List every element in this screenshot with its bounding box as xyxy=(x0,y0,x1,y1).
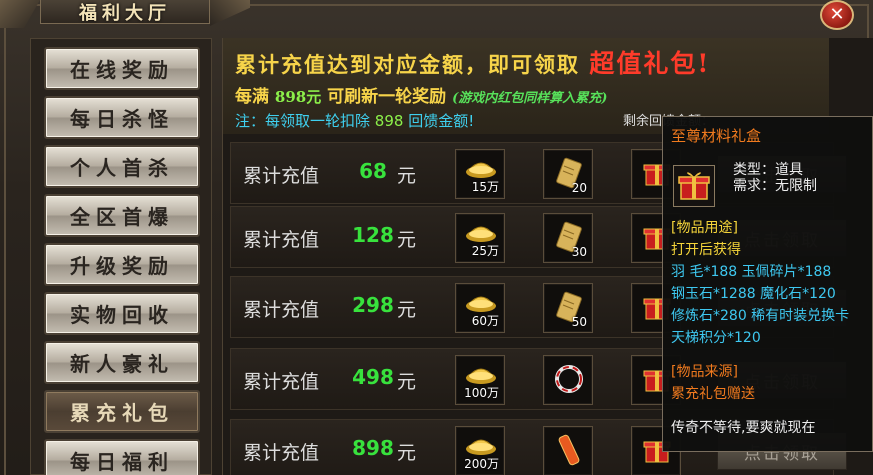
title-plate: 福利大厅 xyxy=(40,0,210,24)
sidebar-item-2[interactable]: 每日杀怪 xyxy=(44,96,200,139)
sidebar-item-label: 每日福利 xyxy=(70,450,174,474)
slot-qty: 20 xyxy=(571,181,587,195)
tooltip-content-line: 天梯积分*120 xyxy=(671,330,761,346)
gold-ingot-slot[interactable]: 60万 xyxy=(455,283,505,333)
sidebar-item-7[interactable]: 新人豪礼 xyxy=(44,341,200,384)
close-icon: ✕ xyxy=(829,4,845,25)
slot-qty: 100万 xyxy=(464,386,499,400)
sidebar-item-label: 实物回收 xyxy=(70,303,174,327)
frame-corner-ornament xyxy=(210,0,250,26)
tube-slot[interactable] xyxy=(543,426,593,475)
sidebar-item-3[interactable]: 个人首杀 xyxy=(44,145,200,188)
row-label: 累计充值 xyxy=(243,442,320,464)
sidebar-item-label: 个人首杀 xyxy=(70,156,174,180)
gold-ingot-slot[interactable]: 25万 xyxy=(455,213,505,263)
row-amount: 498 xyxy=(352,365,394,389)
row-unit: 元 xyxy=(397,229,417,251)
tooltip-content-line: 修炼石*280 稀有时装兑换卡 xyxy=(671,308,850,324)
row-amount: 298 xyxy=(352,293,394,317)
banner-refresh-mid: 可刷新一轮奖励 xyxy=(327,87,447,107)
row-label: 累计充值 xyxy=(243,165,320,187)
slot-qty: 30 xyxy=(571,245,587,259)
sidebar-item-8[interactable]: 累充礼包 xyxy=(44,390,200,433)
banner-refresh-line: 每满 898元 可刷新一轮奖励 (游戏内红包同样算入累充) xyxy=(235,82,607,107)
banner-deduct-suffix: 回馈金额! xyxy=(408,112,475,130)
scroll-slot[interactable]: 30 xyxy=(543,213,593,263)
slot-qty: 60万 xyxy=(471,314,499,328)
sidebar-item-label: 升级奖励 xyxy=(70,254,174,278)
row-amount: 128 xyxy=(352,223,394,247)
sidebar-item-9[interactable]: 每日福利 xyxy=(44,439,200,475)
gold-ingot-slot[interactable]: 100万 xyxy=(455,355,505,405)
banner-deduct-note: 注：每领取一轮扣除 898 回馈金额! xyxy=(235,110,474,131)
row-label: 累计充值 xyxy=(243,299,320,321)
tooltip-content-line: 羽 毛*188 玉佩碎片*188 xyxy=(671,264,832,280)
frame-corner-ornament xyxy=(0,0,40,28)
gold-ingot-slot[interactable]: 15万 xyxy=(455,149,505,199)
slot-qty: 50 xyxy=(571,315,587,329)
close-button[interactable]: ✕ xyxy=(820,0,854,30)
tooltip-use-header: [物品用途] xyxy=(671,220,738,236)
sidebar-item-6[interactable]: 实物回收 xyxy=(44,292,200,335)
banner-refresh-prefix: 每满 xyxy=(235,87,269,107)
row-amount: 898 xyxy=(352,436,394,460)
tooltip-use-line: 打开后获得 xyxy=(671,242,741,258)
banner-headline-text: 累计充值达到对应金额，即可领取 xyxy=(235,52,580,77)
item-tooltip: 至尊材料礼盒 类型：道具 需求：无限制 [物品用途] 打开后获得 羽 毛*188… xyxy=(662,116,873,452)
banner-deduct-amount: 898 xyxy=(374,112,404,130)
slot-qty: 15万 xyxy=(471,180,499,194)
row-label: 累计充值 xyxy=(243,229,320,251)
gold-ingot-slot[interactable]: 200万 xyxy=(455,426,505,475)
sidebar-item-label: 在线奖励 xyxy=(70,58,174,82)
gift-box-icon xyxy=(673,165,715,207)
scroll-slot[interactable]: 20 xyxy=(543,149,593,199)
banner-highlight: 超值礼包! xyxy=(589,49,711,78)
sidebar-item-4[interactable]: 全区首爆 xyxy=(44,194,200,237)
sidebar-item-label: 新人豪礼 xyxy=(70,352,174,376)
sidebar-item-5[interactable]: 升级奖励 xyxy=(44,243,200,286)
row-unit: 元 xyxy=(397,165,417,187)
welfare-hall-window: 福利大厅 ✕ 在线奖励 每日杀怪 个人首杀 全区首爆 升级奖励 实物回收 新人豪礼 累充礼包每… xyxy=(0,0,873,475)
sidebar-item-label: 每日杀怪 xyxy=(70,107,174,131)
tooltip-source-line: 累充礼包赠送 xyxy=(671,386,755,402)
slot-qty: 25万 xyxy=(471,244,499,258)
tooltip-content-line: 钢玉石*1288 魔化石*120 xyxy=(671,286,836,302)
banner-headline: 累计充值达到对应金额，即可领取 超值礼包! xyxy=(235,44,710,80)
banner-refresh-amount: 898元 xyxy=(274,88,322,106)
scroll-slot[interactable]: 50 xyxy=(543,283,593,333)
row-unit: 元 xyxy=(397,299,417,321)
banner-refresh-note: (游戏内红包同样算入累充) xyxy=(452,91,608,106)
slot-qty: 200万 xyxy=(464,457,499,471)
tooltip-footer: 传奇不等待,要爽就现在 xyxy=(671,420,816,436)
tooltip-source-header: [物品来源] xyxy=(671,364,738,380)
row-unit: 元 xyxy=(397,442,417,464)
banner-deduct-prefix: 注：每领取一轮扣除 xyxy=(235,112,371,130)
window-title: 福利大厅 xyxy=(79,2,171,24)
row-unit: 元 xyxy=(397,371,417,393)
ring-slot[interactable] xyxy=(543,355,593,405)
row-amount: 68 xyxy=(359,159,387,183)
sidebar-item-1[interactable]: 在线奖励 xyxy=(44,47,200,90)
row-label: 累计充值 xyxy=(243,371,320,393)
tooltip-title: 至尊材料礼盒 xyxy=(671,127,762,145)
sidebar-item-label: 全区首爆 xyxy=(70,205,174,229)
tooltip-requirement: 需求：无限制 xyxy=(733,178,817,194)
sidebar: 在线奖励每日杀怪个人首杀全区首爆升级奖励实物回收新人豪礼累充礼包每日福利 xyxy=(30,38,212,475)
sidebar-item-label: 累充礼包 xyxy=(70,401,174,425)
